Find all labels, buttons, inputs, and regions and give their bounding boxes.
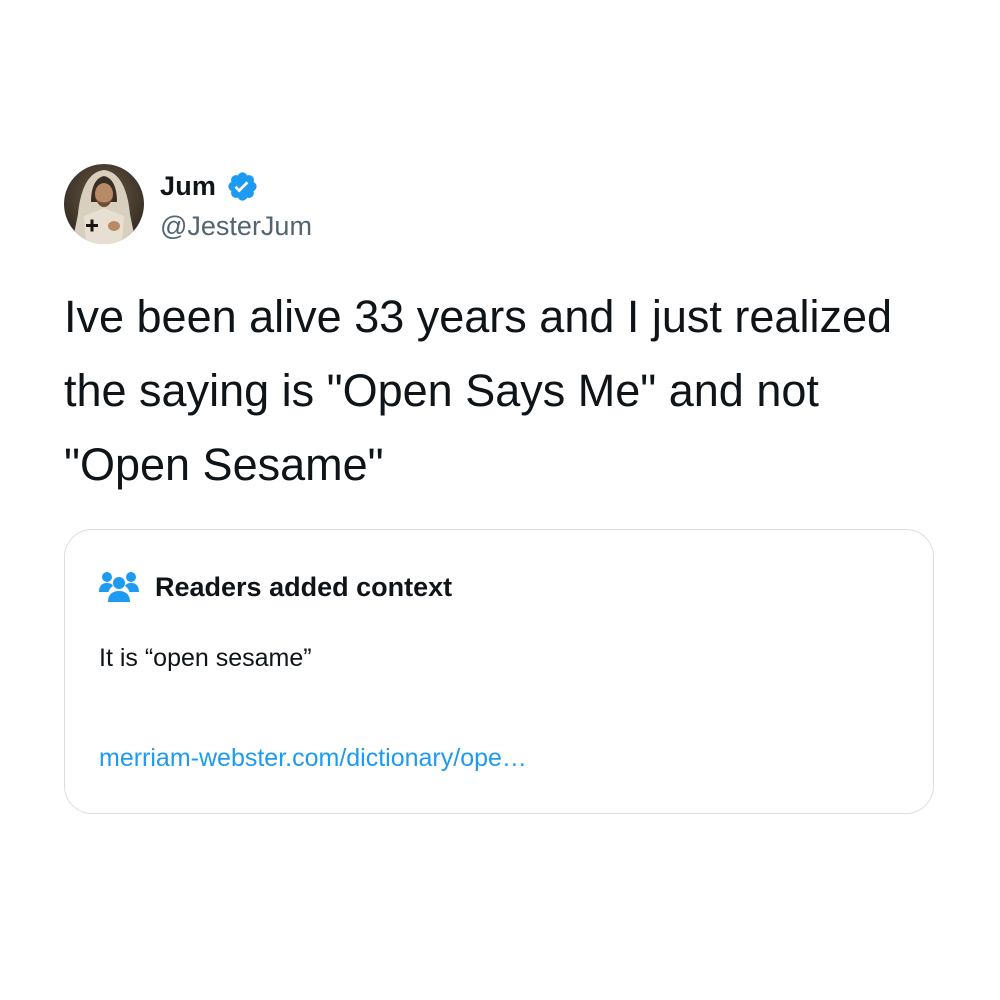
author-handle[interactable]: @JesterJum (160, 211, 312, 242)
author-names: Jum @JesterJum (160, 167, 312, 242)
avatar[interactable] (64, 164, 144, 244)
community-note-card: Readers added context It is “open sesame… (64, 529, 934, 814)
community-note-source-link[interactable]: merriam-webster.com/dictionary/ope… (99, 744, 527, 773)
tweet-author-header: Jum @JesterJum (64, 164, 312, 244)
people-group-icon (99, 570, 139, 604)
community-note-title: Readers added context (155, 571, 453, 602)
verified-badge-icon (226, 170, 259, 203)
name-row: Jum (160, 167, 312, 207)
community-note-header: Readers added context (99, 570, 452, 604)
tweet-screenshot: Jum @JesterJum Ive been alive 33 years a… (0, 0, 1000, 1000)
display-name[interactable]: Jum (160, 171, 216, 202)
community-note-body: It is “open sesame” (99, 644, 312, 672)
tweet-text: Ive been alive 33 years and I just reali… (64, 291, 892, 490)
robed-figure-avatar-icon (64, 164, 144, 244)
